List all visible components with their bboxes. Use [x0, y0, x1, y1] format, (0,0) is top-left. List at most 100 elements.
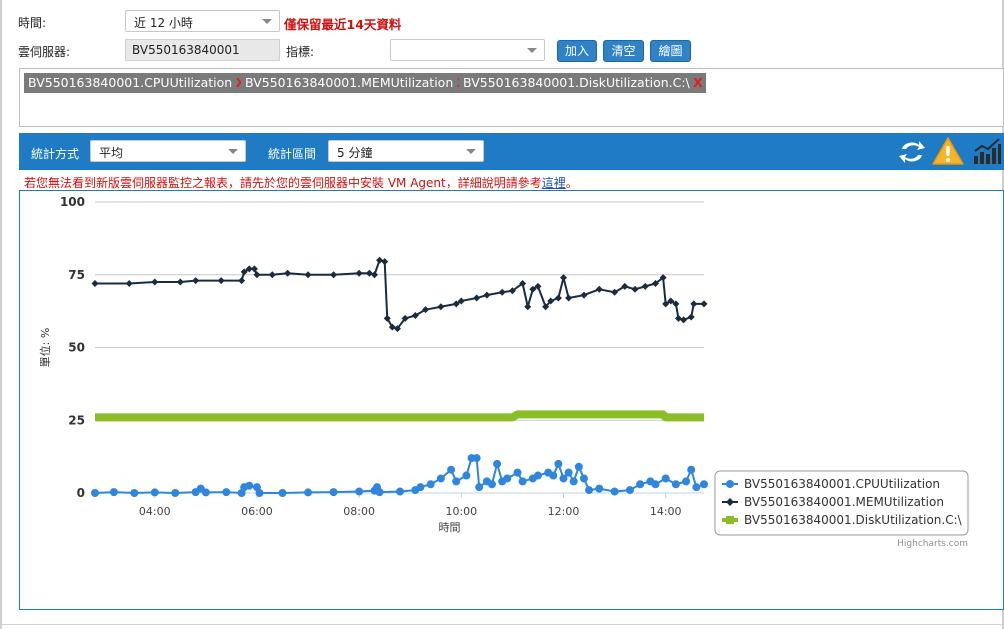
data-point	[690, 300, 698, 308]
data-point	[304, 271, 312, 279]
data-point	[437, 303, 445, 311]
legend-label: BV550163840001.DiskUtilization.C:\	[744, 513, 963, 527]
data-point	[680, 316, 688, 324]
data-point	[436, 474, 445, 483]
highcharts-credit: Highcharts.com	[897, 539, 968, 549]
legend-marker	[726, 480, 734, 488]
data-point	[533, 471, 542, 480]
data-point	[452, 477, 461, 486]
series-disk	[95, 410, 704, 422]
legend-marker	[726, 516, 734, 524]
data-point	[554, 294, 562, 302]
data-point	[554, 459, 563, 468]
y-axis-title: 單位: %	[38, 328, 52, 368]
data-point	[641, 282, 649, 290]
x-tick-label: 06:00	[241, 505, 273, 518]
bottom-divider	[0, 624, 1004, 625]
data-point	[661, 474, 670, 483]
legend-label: BV550163840001.CPUUtilization	[744, 477, 940, 491]
x-tick-label: 12:00	[548, 505, 580, 518]
data-point	[671, 480, 680, 489]
data-point	[109, 488, 118, 497]
series-mem	[91, 256, 708, 333]
data-point	[376, 256, 384, 264]
data-point	[217, 277, 225, 285]
series-cpu	[91, 454, 708, 497]
data-point	[631, 285, 639, 293]
data-point	[483, 291, 491, 299]
data-point	[329, 488, 338, 497]
data-point	[569, 477, 578, 486]
x-tick-label: 14:00	[650, 505, 682, 518]
data-point	[150, 488, 159, 497]
data-point	[498, 288, 506, 296]
data-point	[493, 459, 502, 468]
data-point	[651, 480, 660, 489]
y-tick-label: 100	[60, 195, 85, 209]
data-point	[245, 481, 254, 490]
utilization-chart: 0 25 50 75 100 04:00 06:00 08:00 10:00 12:00 14:00…	[38, 195, 969, 549]
data-point	[222, 488, 231, 497]
data-point	[91, 279, 99, 287]
data-point	[396, 487, 405, 496]
data-point	[565, 294, 573, 302]
data-point	[700, 300, 708, 308]
y-tick-label: 75	[68, 268, 85, 282]
data-point	[370, 271, 378, 279]
data-point	[473, 294, 481, 302]
data-point	[130, 489, 139, 497]
data-point	[513, 468, 522, 477]
data-point	[278, 489, 287, 497]
data-point	[201, 488, 210, 497]
series-line	[95, 259, 704, 330]
data-point	[579, 474, 588, 483]
data-point	[171, 489, 180, 497]
legend-label: BV550163840001.MEMUtilization	[744, 495, 944, 509]
data-point	[284, 269, 292, 277]
data-point	[692, 483, 701, 492]
data-point	[355, 487, 364, 496]
data-point	[375, 488, 384, 497]
data-point	[151, 278, 159, 286]
data-point	[687, 465, 696, 474]
data-point	[524, 303, 532, 311]
x-axis-title: 時間	[439, 521, 461, 534]
x-tick-label: 08:00	[343, 505, 375, 518]
data-point	[585, 486, 594, 495]
data-point	[518, 477, 527, 486]
data-point	[426, 480, 435, 489]
data-point	[416, 483, 425, 492]
data-point	[176, 278, 184, 286]
data-point	[487, 480, 496, 489]
data-point	[304, 488, 313, 497]
data-point	[125, 279, 133, 287]
data-point	[355, 269, 363, 277]
data-point	[564, 468, 573, 477]
data-point	[595, 484, 604, 493]
data-point	[610, 487, 619, 496]
data-point	[462, 471, 471, 480]
y-tick-label: 50	[68, 341, 85, 355]
data-point	[91, 489, 99, 497]
legend: BV550163840001.CPUUtilization BV550163840…	[714, 470, 969, 536]
data-point	[330, 271, 338, 279]
data-point	[549, 471, 558, 480]
data-point	[580, 291, 588, 299]
data-point	[447, 465, 456, 474]
data-point	[475, 483, 484, 492]
data-point	[192, 277, 200, 285]
data-point	[268, 271, 276, 279]
data-point	[636, 480, 645, 489]
y-tick-label: 25	[68, 413, 85, 427]
data-point	[381, 258, 389, 266]
data-point	[687, 313, 695, 321]
x-tick-label: 04:00	[139, 505, 171, 518]
data-point	[255, 489, 264, 497]
data-point	[365, 269, 373, 277]
data-point	[503, 474, 512, 483]
y-tick-label: 0	[77, 486, 85, 500]
data-point	[238, 277, 246, 285]
data-point	[700, 480, 708, 489]
data-point	[625, 486, 634, 495]
series-line	[95, 410, 704, 422]
